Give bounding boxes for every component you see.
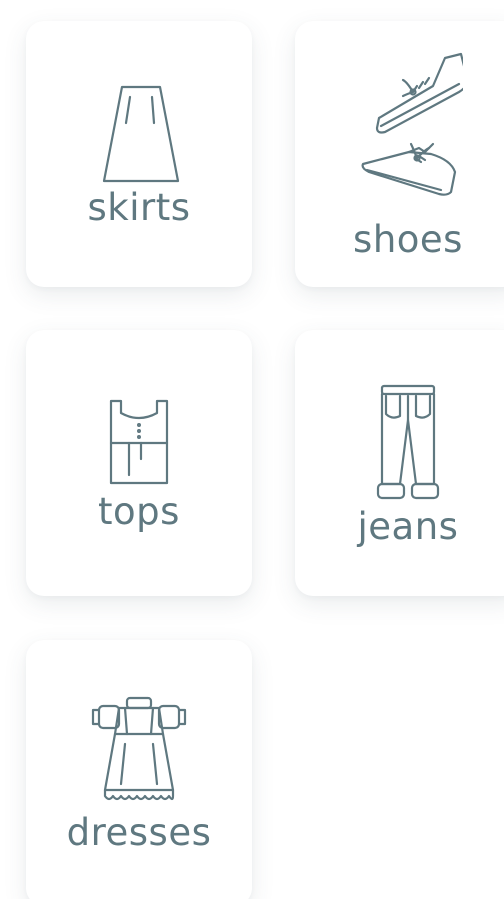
shoes-icon	[353, 50, 463, 215]
category-label-shoes: shoes	[353, 218, 463, 261]
top-icon	[107, 397, 171, 487]
category-label-dresses: dresses	[66, 810, 212, 854]
category-card-jeans[interactable]: jeans	[295, 330, 504, 596]
category-card-dresses[interactable]: dresses	[26, 640, 252, 899]
skirt-icon	[94, 83, 184, 183]
category-card-shoes[interactable]: shoes	[295, 21, 504, 287]
jeans-icon	[376, 382, 440, 502]
category-label-tops: tops	[98, 489, 180, 533]
category-card-skirts[interactable]: skirts	[26, 21, 252, 287]
category-card-tops[interactable]: tops	[26, 330, 252, 596]
category-grid: skirts shoes tops jeans dresses	[0, 0, 504, 899]
category-label-skirts: skirts	[87, 185, 191, 229]
dress-icon	[89, 696, 189, 808]
category-label-jeans: jeans	[357, 504, 459, 548]
